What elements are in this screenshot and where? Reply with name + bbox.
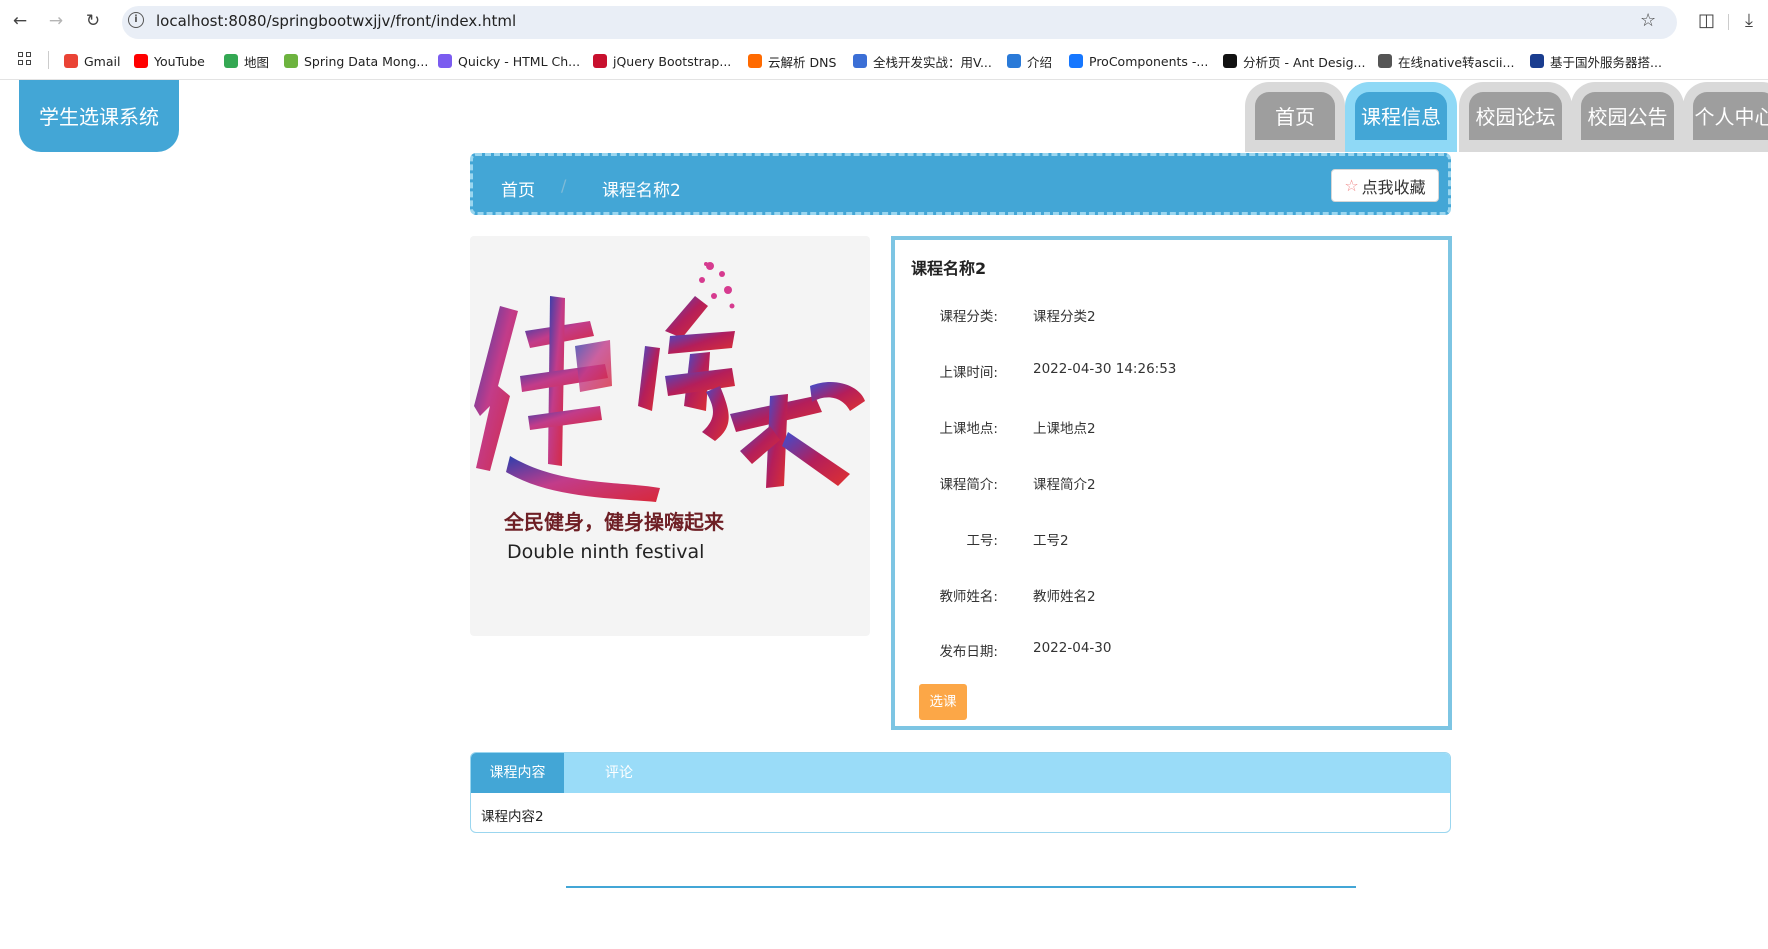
bookmark-label: jQuery Bootstrap... [613,53,732,69]
gmail-icon [64,54,78,68]
bookmark-item[interactable]: ProComponents -... [1069,52,1208,70]
maps-icon [224,54,238,68]
nav-announcements[interactable]: 校园公告 [1571,82,1684,152]
field-value: 2022-04-30 14:26:53 [1033,361,1177,377]
bookmark-item[interactable]: 云解析 DNS [748,52,836,70]
bookmark-item[interactable]: 地图 [224,52,269,70]
bookmark-item[interactable]: YouTube [134,52,205,70]
favorite-button[interactable]: ☆ 点我收藏 [1331,169,1439,202]
bookmark-item[interactable]: 介绍 [1007,52,1052,70]
bookmark-label: ProComponents -... [1089,53,1209,69]
nav-forum[interactable]: 校园论坛 [1459,82,1572,152]
scotland-icon [1530,54,1544,68]
field-label: 课程简介: [939,477,998,493]
forward-icon[interactable]: → [46,11,66,31]
apps-grid-icon[interactable] [18,52,32,66]
breadcrumb-home[interactable]: 首页 [501,176,535,201]
back-icon[interactable]: ← [10,11,30,31]
field-value: 课程简介2 [1033,477,1096,493]
bookmark-item[interactable]: 分析页 - Ant Desig... [1223,52,1365,70]
nav-course-info[interactable]: 课程信息 [1345,82,1457,152]
antd-icon [1069,54,1083,68]
course-image: 全民健身，健身操嗨起来 Double ninth festival [470,236,870,636]
footer-divider [566,886,1356,888]
field-label: 工号: [966,533,998,549]
bookmark-item[interactable]: 基于国外服务器搭... [1530,52,1662,70]
field-value: 课程分类2 [1033,309,1096,325]
field-label: 课程分类: [939,309,998,325]
course-content-text: 课程内容2 [481,809,544,825]
content-tabs: 课程内容 评论 课程内容2 [470,752,1451,833]
bookmark-label: 在线native转ascii... [1398,54,1515,70]
select-course-button[interactable]: 选课 [919,684,967,720]
site-logo[interactable]: 学生选课系统 [19,80,179,152]
bookmark-item[interactable]: Quicky - HTML Ch... [438,52,580,70]
course-info-panel: 课程名称2 课程分类: 课程分类2 上课时间: 2022-04-30 14:26:53… [891,236,1452,730]
nav-label: 课程信息 [1355,92,1447,140]
bookmark-item[interactable]: Spring Data Mong... [284,52,428,70]
pro-icon [1223,54,1237,68]
bookmarks-divider [48,51,49,69]
course-title: 课程名称2 [911,259,987,278]
field-label: 上课地点: [939,421,998,437]
field-value: 教师姓名2 [1033,589,1096,605]
globe-icon [1007,54,1021,68]
bookmark-label: Spring Data Mong... [304,53,429,69]
bookmark-label: 地图 [244,54,270,70]
cloud-dns-icon [748,54,762,68]
web-icon [1378,54,1392,68]
field-label: 上课时间: [939,365,998,381]
field-value: 上课地点2 [1033,421,1096,437]
breadcrumb-separator: / [561,176,567,195]
field-label: 教师姓名: [939,589,998,605]
bookmark-item[interactable]: 在线native转ascii... [1378,52,1514,70]
nav-personal-center[interactable]: 个人中心 [1683,82,1768,152]
poster-subtitle: Double ninth festival [507,541,704,563]
spring-icon [284,54,298,68]
toolbar-divider [1728,14,1729,30]
poster-headline: 全民健身，健身操嗨起来 [503,510,725,534]
bookmark-item[interactable]: jQuery Bootstrap... [593,52,731,70]
extensions-icon[interactable]: ◫ [1698,10,1715,31]
bookmark-label: 基于国外服务器搭... [1550,54,1662,70]
star-icon: ☆ [1344,176,1359,195]
url-text[interactable]: localhost:8080/springbootwxjjv/front/ind… [156,12,516,30]
field-value: 工号2 [1033,533,1069,549]
bookmark-label: 全栈开发实战：用V... [873,54,992,70]
bookmark-label: 云解析 DNS [768,54,837,70]
bookmark-star-icon[interactable]: ☆ [1640,10,1656,31]
bookmark-label: 介绍 [1027,54,1053,70]
nav-label: 个人中心 [1693,92,1768,140]
nav-label: 校园论坛 [1469,92,1562,140]
bookmark-label: 分析页 - Ant Desig... [1243,54,1366,70]
bookmark-label: Gmail [84,53,121,69]
breadcrumb-current: 课程名称2 [602,181,681,201]
favorite-label: 点我收藏 [1361,177,1426,197]
nav-label: 校园公告 [1581,92,1674,140]
nav-label: 首页 [1255,92,1335,140]
tab-comments[interactable]: 评论 [564,753,674,793]
field-value: 2022-04-30 [1033,640,1112,656]
fitness-poster: 全民健身，健身操嗨起来 Double ninth festival [474,262,865,563]
bookmark-item[interactable]: Gmail [64,52,120,70]
messenger-icon [438,54,452,68]
reload-icon[interactable]: ↻ [83,11,103,31]
download-icon[interactable]: ⤓ [1745,10,1753,31]
bookmark-label: YouTube [154,53,205,69]
site-info-icon[interactable]: i [128,12,144,28]
nav-home[interactable]: 首页 [1245,82,1345,152]
youtube-icon [134,54,148,68]
bookmark-label: Quicky - HTML Ch... [458,53,581,69]
field-label: 发布日期: [939,644,998,660]
breadcrumb: 首页 / 课程名称2 ☆ 点我收藏 [470,153,1451,215]
bookmark-item[interactable]: 全栈开发实战：用V... [853,52,992,70]
m-icon [853,54,867,68]
jquery-icon [593,54,607,68]
tab-course-content[interactable]: 课程内容 [471,753,564,793]
